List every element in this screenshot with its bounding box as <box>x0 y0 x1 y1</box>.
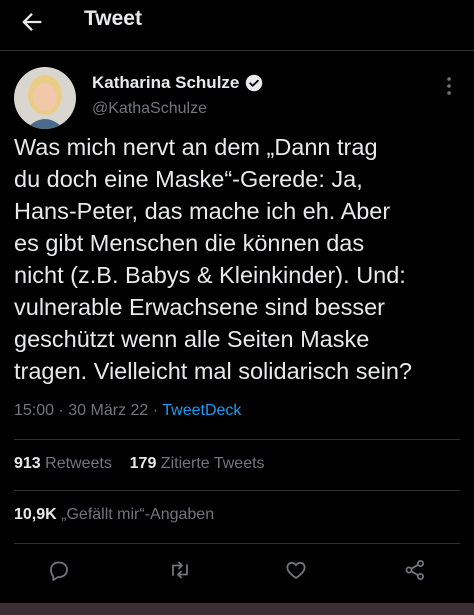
verified-badge-icon <box>245 74 263 92</box>
share-icon <box>405 560 424 580</box>
likes-count: 10,9K <box>14 506 57 523</box>
share-button[interactable] <box>403 558 427 582</box>
tweet-meta: 15:00 · 30 März 22 · TweetDeck <box>14 402 241 420</box>
header-divider <box>0 50 474 51</box>
divider <box>14 490 460 491</box>
more-options-icon[interactable] <box>446 76 452 96</box>
retweet-icon <box>172 561 188 579</box>
avatar[interactable] <box>14 67 76 129</box>
author-handle[interactable]: @KathaSchulze <box>92 100 207 118</box>
bottom-strip <box>0 603 474 615</box>
author-row[interactable]: Katharina Schulze <box>92 73 263 93</box>
quotes-link[interactable]: 179 Zitierte Tweets <box>130 455 265 472</box>
back-button[interactable] <box>18 8 46 36</box>
retweets-link[interactable]: 913 Retweets <box>14 455 112 472</box>
reply-button[interactable] <box>47 558 71 582</box>
quotes-label: Zitierte Tweets <box>160 455 265 472</box>
tweet-text: Was mich nervt an dem „Dann trag du doch… <box>14 134 412 384</box>
likes-stats[interactable]: 10,9K „Gefällt mir“-Angaben <box>14 506 214 524</box>
retweet-stats: 913 Retweets 179 Zitierte Tweets <box>14 455 265 473</box>
tweet-date[interactable]: 30 März 22 <box>68 402 148 419</box>
divider <box>14 543 460 544</box>
retweets-count: 913 <box>14 455 41 472</box>
top-bar: Tweet <box>0 0 474 44</box>
arrow-left-icon <box>22 13 42 31</box>
likes-label: „Gefällt mir“-Angaben <box>61 506 215 523</box>
like-button[interactable] <box>284 558 308 582</box>
meta-separator: · <box>58 402 64 419</box>
tweet-time[interactable]: 15:00 <box>14 402 54 419</box>
divider <box>14 439 460 440</box>
meta-separator: · <box>152 402 159 419</box>
retweet-button[interactable] <box>168 558 192 582</box>
tweet-source-link[interactable]: TweetDeck <box>162 402 241 419</box>
retweets-label: Retweets <box>45 455 112 472</box>
author-name[interactable]: Katharina Schulze <box>92 73 239 93</box>
like-icon <box>286 561 306 579</box>
quotes-count: 179 <box>129 455 157 472</box>
page-title: Tweet <box>84 7 142 30</box>
reply-icon <box>50 561 68 581</box>
